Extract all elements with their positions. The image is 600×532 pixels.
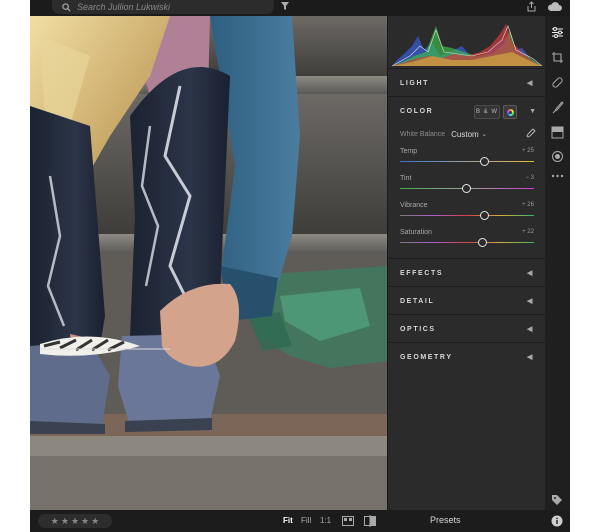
filter-icon[interactable] (280, 1, 290, 11)
healing-brush-icon[interactable] (551, 76, 564, 89)
section-light-label: LIGHT (400, 79, 429, 87)
zoom-1to1-button[interactable]: 1:1 (320, 516, 331, 525)
tint-thumb[interactable] (461, 184, 471, 193)
top-bar (30, 0, 570, 16)
chevron-down-icon[interactable]: ▼ (529, 108, 536, 115)
right-toolbar (545, 16, 570, 510)
color-wheel-icon (507, 109, 514, 116)
tint-value[interactable]: − 3 (525, 175, 534, 181)
section-color-label: COLOR (400, 107, 434, 115)
star-icon[interactable]: ★ (71, 516, 79, 526)
zoom-fill-button[interactable]: Fill (301, 516, 311, 525)
star-icon[interactable]: ★ (91, 516, 99, 526)
lightroom-window: LIGHT ◀ COLOR B & W ▼ White Balance Custo… (30, 0, 570, 532)
filmstrip-icon[interactable] (342, 516, 354, 526)
more-icon[interactable] (551, 173, 564, 179)
zoom-fit-button[interactable]: Fit (283, 516, 293, 525)
section-effects[interactable]: EFFECTS ◀ (388, 258, 546, 287)
saturation-value[interactable]: + 22 (522, 229, 534, 235)
cloud-icon[interactable] (547, 1, 563, 12)
vibrance-value[interactable]: + 26 (522, 202, 534, 208)
section-effects-label: EFFECTS (400, 269, 444, 277)
tint-label: Tint (400, 175, 412, 182)
share-icon[interactable] (526, 1, 537, 12)
vibrance-label: Vibrance (400, 202, 428, 209)
bw-toggle-button[interactable]: B & W (474, 105, 500, 119)
section-detail-label: DETAIL (400, 297, 435, 305)
star-rating[interactable]: ★ ★ ★ ★ ★ (38, 514, 112, 528)
temp-thumb[interactable] (480, 157, 490, 166)
chevron-left-icon[interactable]: ◀ (527, 325, 534, 333)
section-optics[interactable]: OPTICS ◀ (388, 314, 546, 343)
white-balance-row: White Balance Custom ⌄ (400, 128, 540, 140)
chevron-left-icon[interactable]: ◀ (527, 79, 534, 87)
vibrance-track[interactable] (400, 215, 534, 216)
chevron-left-icon[interactable]: ◀ (527, 269, 534, 277)
info-icon[interactable] (551, 515, 563, 527)
star-icon[interactable]: ★ (61, 516, 69, 526)
histogram (392, 16, 542, 66)
vibrance-slider[interactable]: Vibrance + 26 (400, 202, 534, 224)
white-balance-label: White Balance (400, 130, 446, 138)
tag-icon[interactable] (551, 494, 563, 506)
vibrance-thumb[interactable] (480, 211, 490, 220)
chevron-down-icon[interactable]: ⌄ (482, 131, 487, 138)
radial-gradient-icon[interactable] (551, 150, 564, 163)
white-balance-select[interactable]: Custom (451, 130, 479, 139)
section-light[interactable]: LIGHT ◀ (388, 68, 546, 97)
edit-panel: LIGHT ◀ COLOR B & W ▼ White Balance Custo… (387, 16, 546, 510)
edit-sliders-icon[interactable] (551, 26, 564, 39)
crop-icon[interactable] (551, 51, 564, 64)
section-geometry-label: GEOMETRY (400, 353, 453, 361)
saturation-thumb[interactable] (477, 238, 487, 247)
section-detail[interactable]: DETAIL ◀ (388, 286, 546, 315)
compare-icon[interactable] (364, 515, 376, 527)
bottom-bar: ★ ★ ★ ★ ★ Fit Fill 1:1 Presets (30, 510, 570, 532)
temp-label: Temp (400, 148, 418, 155)
linear-gradient-icon[interactable] (551, 126, 564, 139)
temp-track[interactable] (400, 161, 534, 162)
section-optics-label: OPTICS (400, 325, 436, 333)
brush-icon[interactable] (551, 101, 564, 114)
photo-canvas[interactable] (30, 16, 387, 510)
star-icon[interactable]: ★ (51, 516, 59, 526)
chevron-left-icon[interactable]: ◀ (527, 297, 534, 305)
eyedropper-icon[interactable] (526, 128, 536, 138)
chevron-left-icon[interactable]: ◀ (527, 353, 534, 361)
saturation-label: Saturation (400, 229, 432, 236)
color-mixer-button[interactable] (503, 105, 517, 119)
tint-slider[interactable]: Tint − 3 (400, 175, 534, 197)
temp-slider[interactable]: Temp + 25 (400, 148, 534, 170)
search-input[interactable] (77, 2, 267, 12)
star-icon[interactable]: ★ (81, 516, 89, 526)
temp-value[interactable]: + 25 (522, 148, 534, 154)
saturation-track[interactable] (400, 242, 534, 243)
presets-button[interactable]: Presets (430, 515, 461, 525)
search-box[interactable] (52, 0, 274, 14)
search-icon (62, 2, 71, 12)
section-geometry[interactable]: GEOMETRY ◀ (388, 342, 546, 371)
saturation-slider[interactable]: Saturation + 22 (400, 229, 534, 251)
